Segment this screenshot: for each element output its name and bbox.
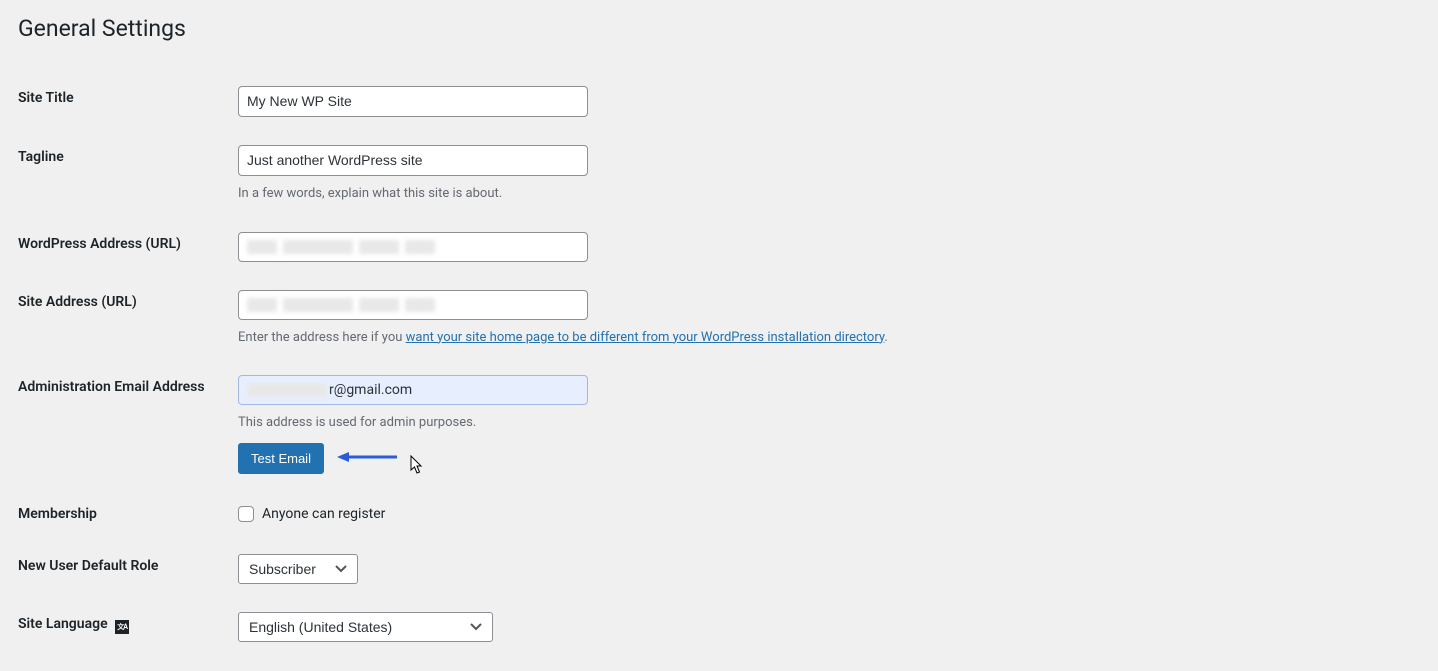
redacted-text xyxy=(247,298,277,312)
tagline-input[interactable] xyxy=(238,145,588,176)
anyone-register-label[interactable]: Anyone can register xyxy=(262,506,385,522)
redacted-text xyxy=(405,240,435,254)
membership-label: Membership xyxy=(18,488,238,540)
test-email-button[interactable]: Test Email xyxy=(238,443,324,475)
site-language-select[interactable]: English (United States) xyxy=(238,612,493,642)
tagline-label: Tagline xyxy=(18,131,238,218)
admin-email-input[interactable]: r@gmail.com xyxy=(238,375,588,405)
default-role-label: New User Default Role xyxy=(18,540,238,598)
redacted-text xyxy=(405,298,435,312)
page-title: General Settings xyxy=(18,15,1420,42)
settings-form: Site Title Tagline In a few words, expla… xyxy=(18,72,1420,656)
site-language-label: Site Language xyxy=(18,598,238,656)
tagline-description: In a few words, explain what this site i… xyxy=(238,184,1420,204)
site-title-label: Site Title xyxy=(18,72,238,131)
site-address-label: Site Address (URL) xyxy=(18,276,238,362)
annotation-arrow-icon xyxy=(337,450,397,468)
site-title-input[interactable] xyxy=(238,86,588,117)
redacted-text xyxy=(283,298,353,312)
site-address-description: Enter the address here if you want your … xyxy=(238,328,1420,348)
translate-icon xyxy=(115,620,129,634)
redacted-text xyxy=(359,240,399,254)
redacted-text xyxy=(283,240,353,254)
site-address-input[interactable] xyxy=(238,290,588,320)
admin-email-description: This address is used for admin purposes. xyxy=(238,413,1420,433)
site-address-help-link[interactable]: want your site home page to be different… xyxy=(406,330,885,345)
redacted-text xyxy=(247,383,327,397)
wp-address-input[interactable] xyxy=(238,232,588,262)
redacted-text xyxy=(359,298,399,312)
wp-address-label: WordPress Address (URL) xyxy=(18,218,238,276)
redacted-text xyxy=(247,240,277,254)
admin-email-label: Administration Email Address xyxy=(18,361,238,488)
cursor-icon xyxy=(410,455,424,479)
anyone-register-checkbox[interactable] xyxy=(238,506,254,522)
default-role-select[interactable]: Subscriber xyxy=(238,554,358,584)
